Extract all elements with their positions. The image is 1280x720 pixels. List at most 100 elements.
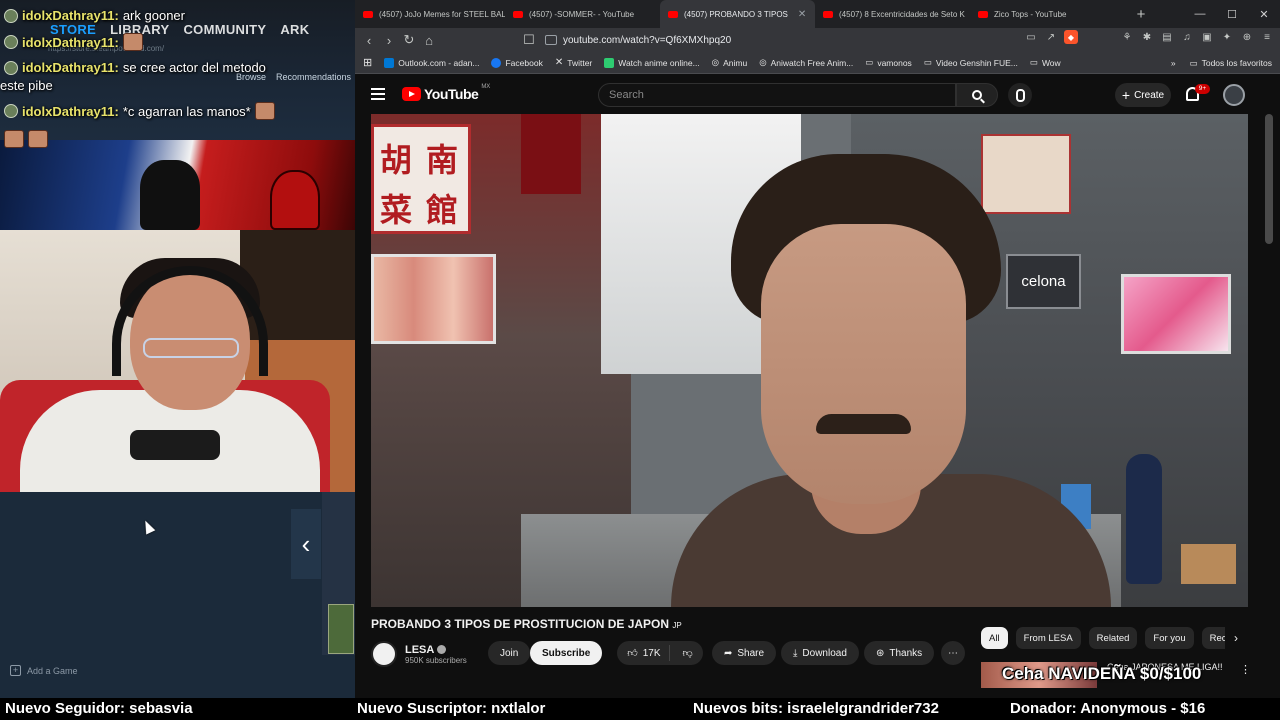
bookmark-facebook[interactable]: Facebook — [491, 57, 543, 68]
page-scrollbar[interactable] — [1265, 114, 1273, 244]
verified-check-icon — [437, 645, 447, 654]
kanji-char: 胡 — [380, 141, 413, 179]
like-dislike-group: 👍︎ 17K 👎︎ — [617, 641, 703, 665]
forward-arrow-icon[interactable]: › — [379, 30, 399, 50]
thanks-icon: ⊛ — [876, 647, 885, 659]
chip-all[interactable]: All — [981, 627, 1008, 649]
recommended-more-icon[interactable]: ⋮ — [1240, 663, 1251, 676]
plus-icon: + — [10, 665, 21, 676]
steam-nav-ark[interactable]: ARK — [280, 22, 309, 37]
tab-sommer[interactable]: (4507) -SOMMER- - YouTube — [505, 0, 660, 28]
share-page-icon[interactable]: ↗ — [1044, 30, 1058, 44]
bookmark-watch-anime[interactable]: Watch anime online... — [604, 57, 700, 68]
back-arrow-icon[interactable]: ‹ — [359, 30, 379, 50]
tab-jojo-memes[interactable]: (4507) JoJo Memes for STEEL BALL — [355, 0, 505, 28]
tab-excentricidades[interactable]: (4507) 8 Excentricidades de Seto K — [815, 0, 970, 28]
aniwatch-icon: ◎ — [759, 57, 767, 67]
steam-recommendations[interactable]: Recommendations — [276, 72, 351, 82]
reload-icon[interactable]: ↻ — [399, 30, 419, 50]
steam-game-thumb[interactable] — [328, 604, 354, 654]
bookmark-aniwatch[interactable]: ◎ Aniwatch Free Anim... — [759, 57, 853, 68]
channel-name-text[interactable]: LESA — [405, 644, 434, 656]
bookmark-label: Wow — [1041, 57, 1061, 68]
more-actions-icon[interactable]: ⋯ — [941, 641, 965, 665]
video-player[interactable]: 胡 南 菜 館 celona — [371, 114, 1248, 607]
bookmark-label: Twitter — [567, 57, 593, 68]
window-controls: — ☐ ✕ — [1184, 0, 1280, 28]
game-banner-image[interactable] — [0, 140, 355, 230]
youtube-logo[interactable]: YouTube MX — [402, 84, 490, 102]
close-window-icon[interactable]: ✕ — [1248, 0, 1280, 28]
chip-for-you[interactable]: For you — [1145, 627, 1194, 649]
bookmark-label: Video Genshin FUE... — [935, 57, 1018, 68]
search-placeholder: Search — [609, 89, 644, 101]
bookmark-star-icon[interactable]: ☐ — [519, 30, 539, 50]
bookmark-label: Outlook.com - adan... — [398, 57, 480, 68]
screen-cast-icon[interactable]: ▭ — [1024, 30, 1038, 44]
channel-name[interactable]: LESA — [405, 644, 467, 656]
bookmark-twitter[interactable]: ✕ Twitter — [555, 57, 592, 68]
chat-username: idolxDathray11: — [22, 8, 119, 23]
steam-nav-community[interactable]: COMMUNITY — [183, 22, 266, 37]
wallet-icon[interactable]: ▣ — [1200, 30, 1214, 44]
new-tab-plus-icon[interactable]: + — [1128, 6, 1154, 23]
search-input[interactable]: Search — [598, 83, 956, 107]
dislike-button[interactable]: 👎︎ — [675, 647, 701, 659]
bookmarks-right: » ▭ Todos los favoritos — [1171, 52, 1272, 74]
account-avatar[interactable] — [1223, 84, 1245, 106]
chat-text: ark gooner — [122, 8, 185, 23]
chat-username: idolxDathray11: — [22, 60, 119, 75]
screen: STORE LIBRARY COMMUNITY ARK https://stor… — [0, 0, 1280, 720]
ticker-bits: Nuevos bits: israelelgrandrider732 — [693, 700, 939, 717]
menu-icon[interactable]: ≡ — [1260, 30, 1274, 44]
add-game-button[interactable]: + Add a Game — [10, 665, 78, 676]
ticker-subscriber: Nuevo Suscriptor: nxtlalor — [357, 700, 546, 717]
hamburger-menu-icon[interactable] — [371, 88, 385, 100]
media-icon[interactable]: ♫ — [1180, 30, 1194, 44]
search-button[interactable] — [956, 83, 998, 107]
youtube-header: YouTube MX Search + Create 9+ — [355, 76, 1280, 114]
sidebar-icon[interactable]: ▤ — [1160, 30, 1174, 44]
share-button[interactable]: ➦ Share — [712, 641, 777, 665]
thanks-button[interactable]: ⊛ Thanks — [864, 641, 935, 665]
url-text[interactable]: youtube.com/watch?v=Qf6XMXhpq20 — [563, 35, 731, 46]
site-info-icon[interactable] — [545, 35, 557, 45]
create-label: Create — [1134, 89, 1165, 101]
chip-from-lesa[interactable]: From LESA — [1015, 627, 1081, 649]
maximize-icon[interactable]: ☐ — [1216, 0, 1248, 28]
download-button[interactable]: ⤓ Download — [781, 641, 859, 665]
omnibox[interactable]: youtube.com/watch?v=Qf6XMXhpq20 — [545, 30, 1075, 50]
vpn-icon[interactable]: ⊕ — [1240, 30, 1254, 44]
tab-close-icon[interactable]: ✕ — [798, 9, 806, 20]
home-icon[interactable]: ⌂ — [419, 30, 439, 50]
chips-next-chevron-icon[interactable]: › — [1225, 627, 1247, 649]
tab-label: (4507) JoJo Memes for STEEL BALL — [379, 9, 505, 19]
subscribe-button[interactable]: Subscribe — [530, 641, 603, 665]
collapse-chevron-icon[interactable]: ‹ — [291, 509, 321, 579]
video-man-face — [761, 224, 966, 504]
brave-shield-icon[interactable]: ◆ — [1064, 30, 1078, 44]
channel-avatar[interactable] — [371, 641, 397, 667]
like-button[interactable]: 👍︎ 17K — [619, 645, 670, 661]
bookmarks-overflow-icon[interactable]: » — [1171, 58, 1176, 68]
tab-zico-tops[interactable]: Zico Tops - YouTube — [970, 0, 1128, 28]
apps-grid-icon[interactable]: ⊞ — [363, 56, 372, 69]
bookmark-outlook[interactable]: Outlook.com - adan... — [384, 57, 480, 68]
bookmark-folder-genshin[interactable]: ▭ Video Genshin FUE... — [924, 57, 1018, 68]
join-button[interactable]: Join — [488, 641, 531, 665]
chip-related[interactable]: Related — [1088, 627, 1138, 649]
bookmark-folder-wow[interactable]: ▭ Wow — [1030, 57, 1061, 68]
bookmark-label: Watch anime online... — [618, 57, 700, 68]
bookmark-animu[interactable]: ◎ Animu — [712, 57, 748, 68]
voice-search-mic-icon[interactable] — [1008, 83, 1032, 107]
tab-probando-active[interactable]: (4507) PROBANDO 3 TIPOS ✕ — [660, 0, 815, 28]
puzzle-extensions-icon[interactable]: ✱ — [1140, 30, 1154, 44]
create-button[interactable]: + Create — [1115, 83, 1171, 107]
share-arrow-icon: ➦ — [724, 647, 733, 659]
bookmark-folder-vamonos[interactable]: ▭ vamonos — [865, 57, 912, 68]
ai-icon[interactable]: ✦ — [1220, 30, 1234, 44]
bookmark-label: Facebook — [505, 57, 543, 68]
extension-icon[interactable]: ⚘ — [1120, 30, 1134, 44]
all-bookmarks-folder[interactable]: ▭ Todos los favoritos — [1190, 58, 1272, 69]
minimize-icon[interactable]: — — [1184, 0, 1216, 28]
